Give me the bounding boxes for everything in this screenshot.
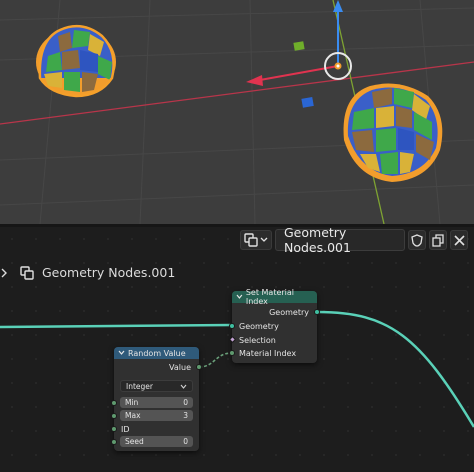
min-value: 0 [183,398,188,407]
id-row: ID [111,423,199,435]
breadcrumb: Geometry Nodes.001 [0,265,175,280]
breadcrumb-tree-name: Geometry Nodes.001 [42,265,176,280]
seed-label: Seed [125,437,144,446]
shield-icon [411,233,423,247]
editor-header: Geometry Nodes.001 [240,227,468,255]
duplicate-icon [432,233,444,247]
node-tree-icon [244,233,268,247]
chevron-down-icon[interactable] [118,350,125,356]
node-title: Set Material Index [245,288,295,306]
duplicate-button[interactable] [429,230,447,250]
input-material-index-socket[interactable] [229,350,235,356]
input-geometry-label: Geometry [239,321,279,331]
max-label: Max [125,411,141,420]
node-tree-browse-button[interactable] [240,230,272,250]
input-material-index-label: Material Index [239,348,297,358]
max-socket[interactable] [111,412,117,419]
output-geometry-socket[interactable] [314,309,320,315]
chevron-down-icon [180,384,187,389]
node-tree-name: Geometry Nodes.001 [284,227,351,255]
geometry-input-wire [0,323,233,329]
dome-object-left[interactable] [36,24,116,98]
input-geometry-row: Geometry [229,320,317,332]
max-field[interactable]: Max 3 [111,410,193,421]
green-marker-icon [293,41,305,51]
input-material-index-row: Material Index [229,347,317,359]
output-value-socket[interactable] [196,364,202,370]
input-geometry-socket[interactable] [229,323,235,329]
blue-marker-icon [301,97,314,108]
data-type-value: Integer [126,381,153,391]
output-geometry-label: Geometry [269,307,309,317]
node-title: Random Value [128,348,186,358]
close-icon [453,234,465,246]
fake-user-button[interactable] [408,230,426,250]
chevron-right-icon [1,268,7,277]
output-value-label: Value [169,362,191,372]
node-header[interactable]: Random Value [114,347,199,359]
node-tree-icon [20,265,34,280]
output-geometry-row: Geometry [232,306,320,318]
node-editor[interactable]: Geometry Nodes.001 Geometry Nodes.001 Se… [0,227,474,472]
viewport-scene [0,0,474,224]
output-value-row: Value [114,361,202,373]
input-selection-label: Selection [239,335,276,345]
node-tree-name-field[interactable]: Geometry Nodes.001 [275,227,405,255]
value-to-material-index-wire [198,352,233,368]
geometry-output-wire [317,310,474,428]
id-socket[interactable] [111,426,117,432]
node-header[interactable]: Set Material Index [232,288,317,306]
id-label: ID [121,424,130,434]
seed-field[interactable]: Seed 0 [111,436,193,447]
set-material-index-node[interactable]: Set Material Index Geometry Geometry Sel… [228,288,320,363]
seed-value: 0 [183,437,188,446]
seed-socket[interactable] [111,438,117,445]
min-socket[interactable] [111,399,117,406]
input-selection-row: Selection [228,334,317,346]
max-value: 3 [183,411,188,420]
min-field[interactable]: Min 0 [111,397,193,408]
chevron-down-icon[interactable] [236,294,243,300]
data-type-dropdown[interactable]: Integer [120,380,193,392]
dome-object-right[interactable] [343,83,443,182]
3d-viewport[interactable] [0,0,474,224]
random-value-node[interactable]: Random Value Value Integer Min 0 Max 3 I… [111,347,202,451]
min-label: Min [125,398,139,407]
unlink-button[interactable] [450,230,468,250]
